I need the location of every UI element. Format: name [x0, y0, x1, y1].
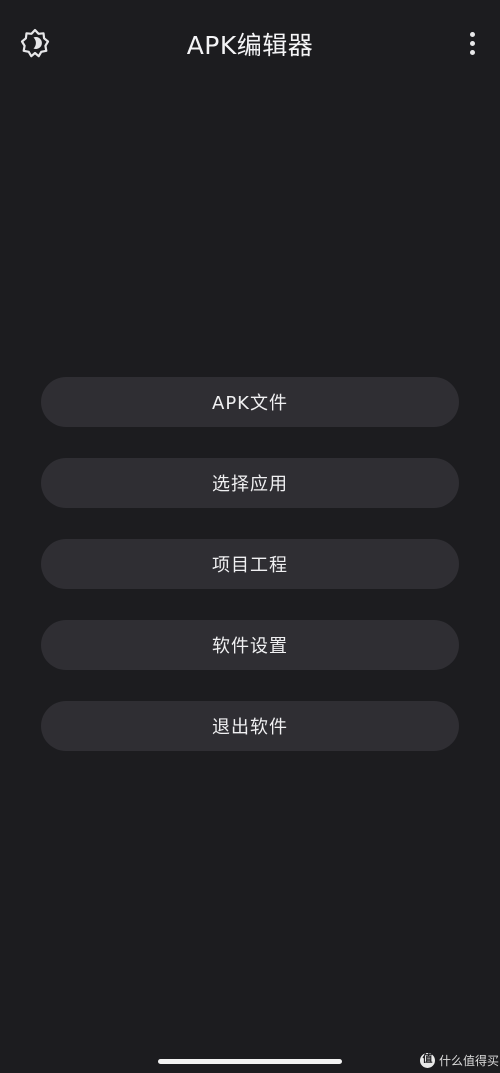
apk-file-button[interactable]: APK文件	[41, 377, 459, 427]
select-app-button[interactable]: 选择应用	[41, 458, 459, 508]
more-options-button[interactable]	[456, 24, 488, 62]
home-indicator[interactable]	[158, 1059, 342, 1064]
exit-button[interactable]: 退出软件	[41, 701, 459, 751]
theme-toggle-button[interactable]	[16, 24, 54, 62]
top-app-bar: APK编辑器	[0, 0, 500, 84]
app-title: APK编辑器	[186, 31, 314, 60]
watermark: 值 什么值得买	[420, 1051, 499, 1069]
settings-button[interactable]: 软件设置	[41, 620, 459, 670]
more-vert-icon	[469, 31, 475, 37]
app-screen: APK编辑器 APK文件 选择应用 项目工程 软件设置 退出软件 值 什么值得买	[0, 0, 500, 1073]
main-menu: APK文件 选择应用 项目工程 软件设置 退出软件	[41, 377, 459, 782]
projects-button[interactable]: 项目工程	[41, 539, 459, 589]
watermark-logo-icon: 值	[420, 1052, 435, 1068]
brightness-theme-icon	[20, 28, 50, 58]
watermark-text: 什么值得买	[439, 1053, 500, 1068]
